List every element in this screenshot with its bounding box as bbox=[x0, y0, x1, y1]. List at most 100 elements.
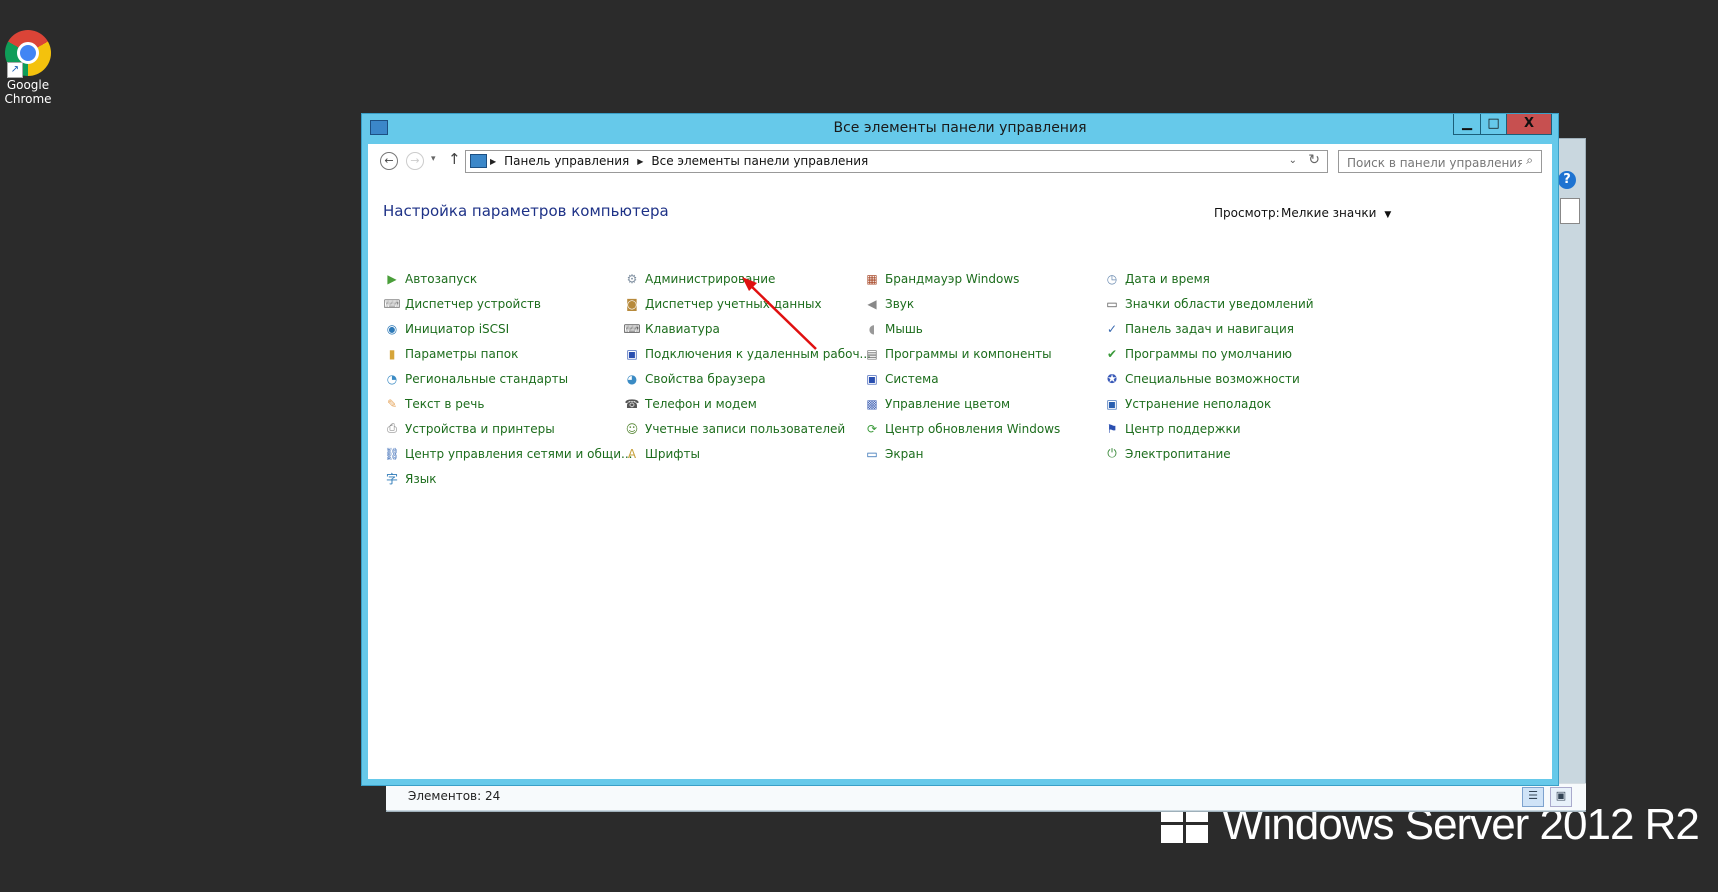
mouse-icon: ◖ bbox=[868, 321, 876, 336]
fonts-icon: A bbox=[627, 446, 637, 461]
control-panel-item[interactable]: ✓ Панель задач и навигация bbox=[1104, 316, 1334, 341]
internet-options-icon: ◕ bbox=[626, 371, 638, 386]
speech-bubble-icon: ✎ bbox=[386, 396, 398, 411]
close-button[interactable]: X bbox=[1506, 114, 1552, 135]
breadcrumb-separator-icon[interactable]: ▶ bbox=[637, 157, 643, 166]
breadcrumb-all-items[interactable]: Все элементы панели управления bbox=[651, 154, 868, 168]
control-panel-item[interactable]: ☎ Телефон и модем bbox=[624, 391, 854, 416]
control-panel-item-label: Дата и время bbox=[1125, 271, 1210, 286]
troubleshooting-icon: ▣ bbox=[1106, 396, 1118, 411]
control-panel-item[interactable]: ⚑ Центр поддержки bbox=[1104, 416, 1334, 441]
control-panel-item[interactable]: ▩ Управление цветом bbox=[864, 391, 1094, 416]
chrome-logo-icon: ↗ bbox=[5, 30, 51, 78]
search-icon[interactable]: ⌕ bbox=[1526, 153, 1533, 168]
items-column: ◷ Дата и время ▭ Значки области уведомлений… bbox=[1104, 266, 1334, 466]
item-count: Элементов: 24 bbox=[408, 789, 501, 803]
control-panel-item[interactable]: ◕ Свойства браузера bbox=[624, 366, 854, 391]
control-panel-item[interactable]: ✎ Текст в речь bbox=[384, 391, 614, 416]
control-panel-item[interactable]: ⚙ Администрирование bbox=[624, 266, 854, 291]
background-window-field bbox=[1560, 198, 1580, 224]
control-panel-item[interactable]: ◔ Региональные стандарты bbox=[384, 366, 614, 391]
control-panel-item[interactable]: 字 Язык bbox=[384, 466, 614, 491]
folder-options-icon: ▮ bbox=[388, 346, 396, 361]
notification-icons-icon: ▭ bbox=[1106, 296, 1118, 311]
device-manager-icon: ⌨ bbox=[383, 296, 401, 311]
control-panel-item[interactable]: ▣ Подключения к удаленным рабоч... bbox=[624, 341, 871, 366]
control-panel-item[interactable]: ⟳ Центр обновления Windows bbox=[864, 416, 1094, 441]
control-panel-item[interactable]: A Шрифты bbox=[624, 441, 854, 466]
printer-icon: ⎙ bbox=[387, 421, 397, 435]
address-dropdown-icon[interactable]: ⌄ bbox=[1289, 155, 1297, 166]
control-panel-item-label: Клавиатура bbox=[645, 321, 720, 336]
control-panel-item-label: Региональные стандарты bbox=[405, 371, 569, 386]
control-panel-item-label: Свойства браузера bbox=[645, 371, 766, 386]
minimize-button[interactable]: ▁ bbox=[1453, 114, 1481, 135]
control-panel-item[interactable]: ▭ Значки области уведомлений bbox=[1104, 291, 1334, 316]
large-icons-view-button[interactable]: ▣ bbox=[1550, 787, 1572, 807]
control-panel-item[interactable]: ▣ Устранение неполадок bbox=[1104, 391, 1334, 416]
control-panel-item[interactable]: ◙ Диспетчер учетных данных bbox=[624, 291, 854, 316]
control-panel-item-label: Администрирование bbox=[645, 271, 776, 286]
desktop-shortcut-google-chrome[interactable]: ↗ Google Chrome bbox=[2, 30, 54, 106]
control-panel-item-label: Центр поддержки bbox=[1125, 421, 1241, 436]
control-panel-item[interactable]: ⛓ Центр управления сетями и общи... bbox=[384, 441, 632, 466]
refresh-icon[interactable]: ↻ bbox=[1308, 152, 1320, 168]
network-center-icon: ⛓ bbox=[384, 446, 400, 461]
control-panel-item[interactable]: ◖ Мышь bbox=[864, 316, 1094, 341]
search-box[interactable]: ⌕ bbox=[1338, 150, 1542, 174]
control-panel-item-label: Программы по умолчанию bbox=[1125, 346, 1293, 361]
breadcrumb: ▶ Панель управления ▶ Все элементы панел… bbox=[490, 154, 868, 168]
control-panel-item[interactable]: ✪ Специальные возможности bbox=[1104, 366, 1334, 391]
control-panel-window: Все элементы панели управления ▁ □ X ← →… bbox=[361, 113, 1559, 786]
shortcut-label-line2: Chrome bbox=[4, 92, 52, 106]
control-panel-item[interactable]: ◷ Дата и время bbox=[1104, 266, 1334, 291]
windows-update-icon: ⟳ bbox=[866, 421, 878, 436]
control-panel-item-label: Диспетчер учетных данных bbox=[645, 296, 822, 311]
control-panel-item-label: Брандмауэр Windows bbox=[885, 271, 1020, 286]
control-panel-item[interactable]: ◀ Звук bbox=[864, 291, 1094, 316]
items-column: ⚙ Администрирование ◙ Диспетчер учетных дан… bbox=[623, 266, 871, 466]
power-options-icon: ⏻ bbox=[1107, 446, 1117, 460]
up-button[interactable]: ↑ bbox=[448, 150, 461, 168]
taskbar-icon: ✓ bbox=[1106, 321, 1118, 336]
control-panel-item[interactable]: ✔ Программы по умолчанию bbox=[1104, 341, 1334, 366]
control-panel-item[interactable]: ▤ Программы и компоненты bbox=[864, 341, 1094, 366]
control-panel-item-label: Язык bbox=[405, 471, 437, 486]
control-panel-item[interactable]: ▦ Брандмауэр Windows bbox=[864, 266, 1094, 291]
control-panel-item[interactable]: ⏻ Электропитание bbox=[1104, 441, 1334, 466]
search-input[interactable] bbox=[1339, 151, 1524, 174]
help-icon[interactable]: ? bbox=[1558, 171, 1576, 189]
phone-modem-icon: ☎ bbox=[624, 396, 640, 411]
control-panel-item[interactable]: ⎙ Устройства и принтеры bbox=[384, 416, 614, 441]
user-accounts-icon: ☺ bbox=[625, 421, 639, 436]
items-column: ▦ Брандмауэр Windows ◀ Звук ◖ Мышь ▤ Программы … bbox=[864, 266, 1094, 466]
control-panel-item-label: Учетные записи пользователей bbox=[645, 421, 846, 436]
details-view-button[interactable]: ☰ bbox=[1522, 787, 1544, 807]
shortcut-label-line1: Google bbox=[6, 78, 50, 92]
control-panel-item[interactable]: ▣ Система bbox=[864, 366, 1094, 391]
remote-desktop-icon: ▣ bbox=[626, 346, 638, 361]
forward-button[interactable]: → bbox=[406, 152, 424, 170]
control-panel-item[interactable]: ⌨ Клавиатура bbox=[623, 316, 854, 341]
control-panel-item[interactable]: ▭ Экран bbox=[864, 441, 1094, 466]
address-bar[interactable]: ▶ Панель управления ▶ Все элементы панел… bbox=[465, 150, 1328, 173]
title-bar[interactable]: Все элементы панели управления ▁ □ X bbox=[362, 114, 1558, 144]
shortcut-arrow-icon: ↗ bbox=[7, 62, 23, 78]
control-panel-item[interactable]: ⌨ Диспетчер устройств bbox=[383, 291, 614, 316]
back-button[interactable]: ← bbox=[380, 152, 398, 170]
windows-logo-icon bbox=[1161, 807, 1208, 843]
view-by-dropdown[interactable]: Мелкие значки ▼ bbox=[1281, 206, 1391, 220]
control-panel-item-label: Текст в речь bbox=[405, 396, 485, 411]
control-panel-item[interactable]: ▮ Параметры папок bbox=[384, 341, 614, 366]
breadcrumb-separator-icon[interactable]: ▶ bbox=[490, 157, 496, 166]
control-panel-item[interactable]: ▶ Автозапуск bbox=[384, 266, 614, 291]
iscsi-globe-icon: ◉ bbox=[386, 321, 398, 336]
recent-locations-button[interactable]: ▾ bbox=[431, 154, 436, 164]
maximize-button[interactable]: □ bbox=[1480, 114, 1507, 135]
breadcrumb-control-panel[interactable]: Панель управления bbox=[504, 154, 629, 168]
control-panel-item[interactable]: ☺ Учетные записи пользователей bbox=[624, 416, 854, 441]
credential-vault-icon: ◙ bbox=[626, 296, 638, 311]
items-column: ▶ Автозапуск ⌨ Диспетчер устройств ◉ Инициато… bbox=[383, 266, 632, 491]
control-panel-item[interactable]: ◉ Инициатор iSCSI bbox=[384, 316, 614, 341]
speaker-icon: ◀ bbox=[867, 296, 877, 311]
